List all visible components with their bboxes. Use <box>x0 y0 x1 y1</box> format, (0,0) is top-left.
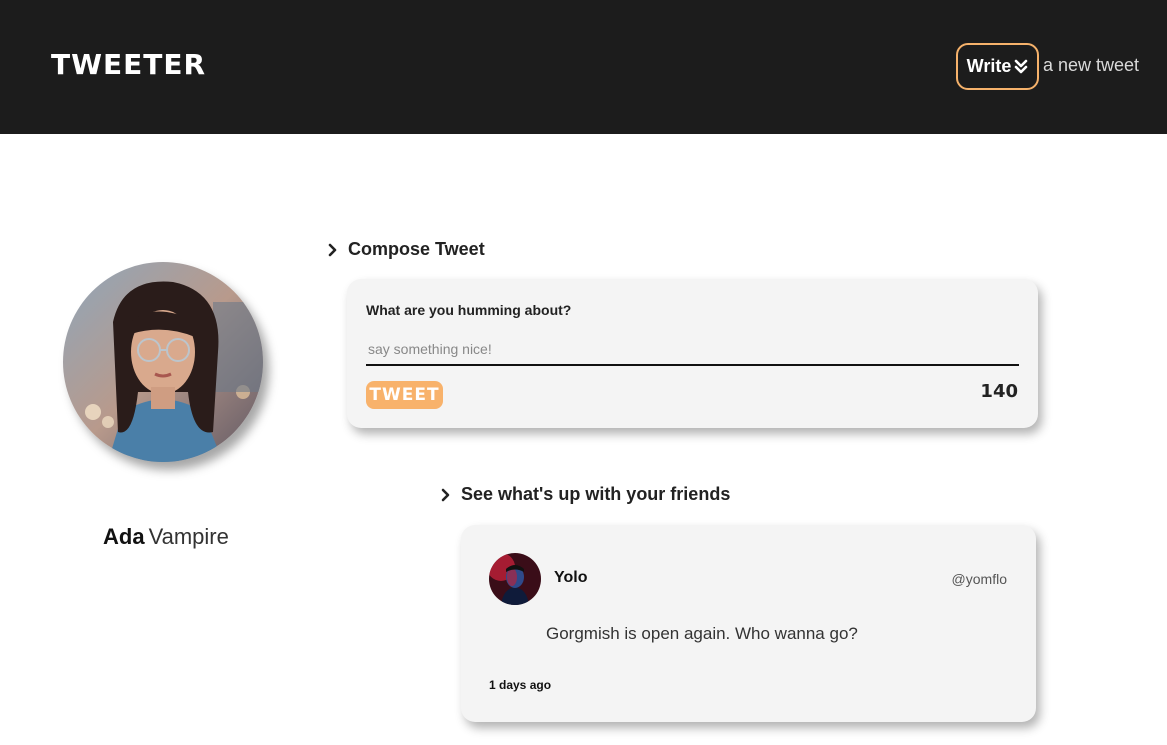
profile-name: Ada Vampire <box>103 524 229 550</box>
character-counter: 140 <box>980 381 1018 402</box>
tweet-author-photo <box>489 553 541 605</box>
profile-last-name: Vampire <box>148 524 229 549</box>
tweet-author-name: Yolo <box>554 569 588 586</box>
compose-label: What are you humming about? <box>366 302 572 318</box>
write-button-label: Write <box>966 56 1012 76</box>
compose-card: What are you humming about? TWEET 140 <box>347 279 1038 428</box>
compose-toggle[interactable]: Compose Tweet <box>328 239 485 260</box>
tweet-author-handle[interactable]: @yomflo <box>952 571 1007 587</box>
profile-photo <box>63 262 263 462</box>
tweet-input[interactable] <box>366 334 1019 366</box>
feed-heading: See what's up with your friends <box>461 484 731 504</box>
brand-logo[interactable]: TWEETER <box>51 48 206 81</box>
write-hint-text: a new tweet <box>1043 55 1140 75</box>
compose-heading: Compose Tweet <box>348 239 485 259</box>
profile-first-name: Ada <box>103 524 145 549</box>
write-tweet-button[interactable]: Write <box>956 43 1039 90</box>
double-chevron-down-icon <box>1015 59 1028 73</box>
tweet-content: Gorgmish is open again. Who wanna go? <box>546 624 858 643</box>
top-nav: TWEETER Write a new tweet <box>0 0 1167 134</box>
tweet-card: Yolo @yomflo Gorgmish is open again. Who… <box>461 525 1036 722</box>
tweet-button[interactable]: TWEET <box>366 381 443 409</box>
tweet-timestamp: 1 days ago <box>489 678 552 692</box>
chevron-right-icon <box>441 488 450 501</box>
profile-avatar <box>63 262 263 462</box>
feed-toggle[interactable]: See what's up with your friends <box>441 484 730 505</box>
chevron-right-icon <box>328 243 337 256</box>
tweet-author-avatar[interactable] <box>489 553 541 605</box>
